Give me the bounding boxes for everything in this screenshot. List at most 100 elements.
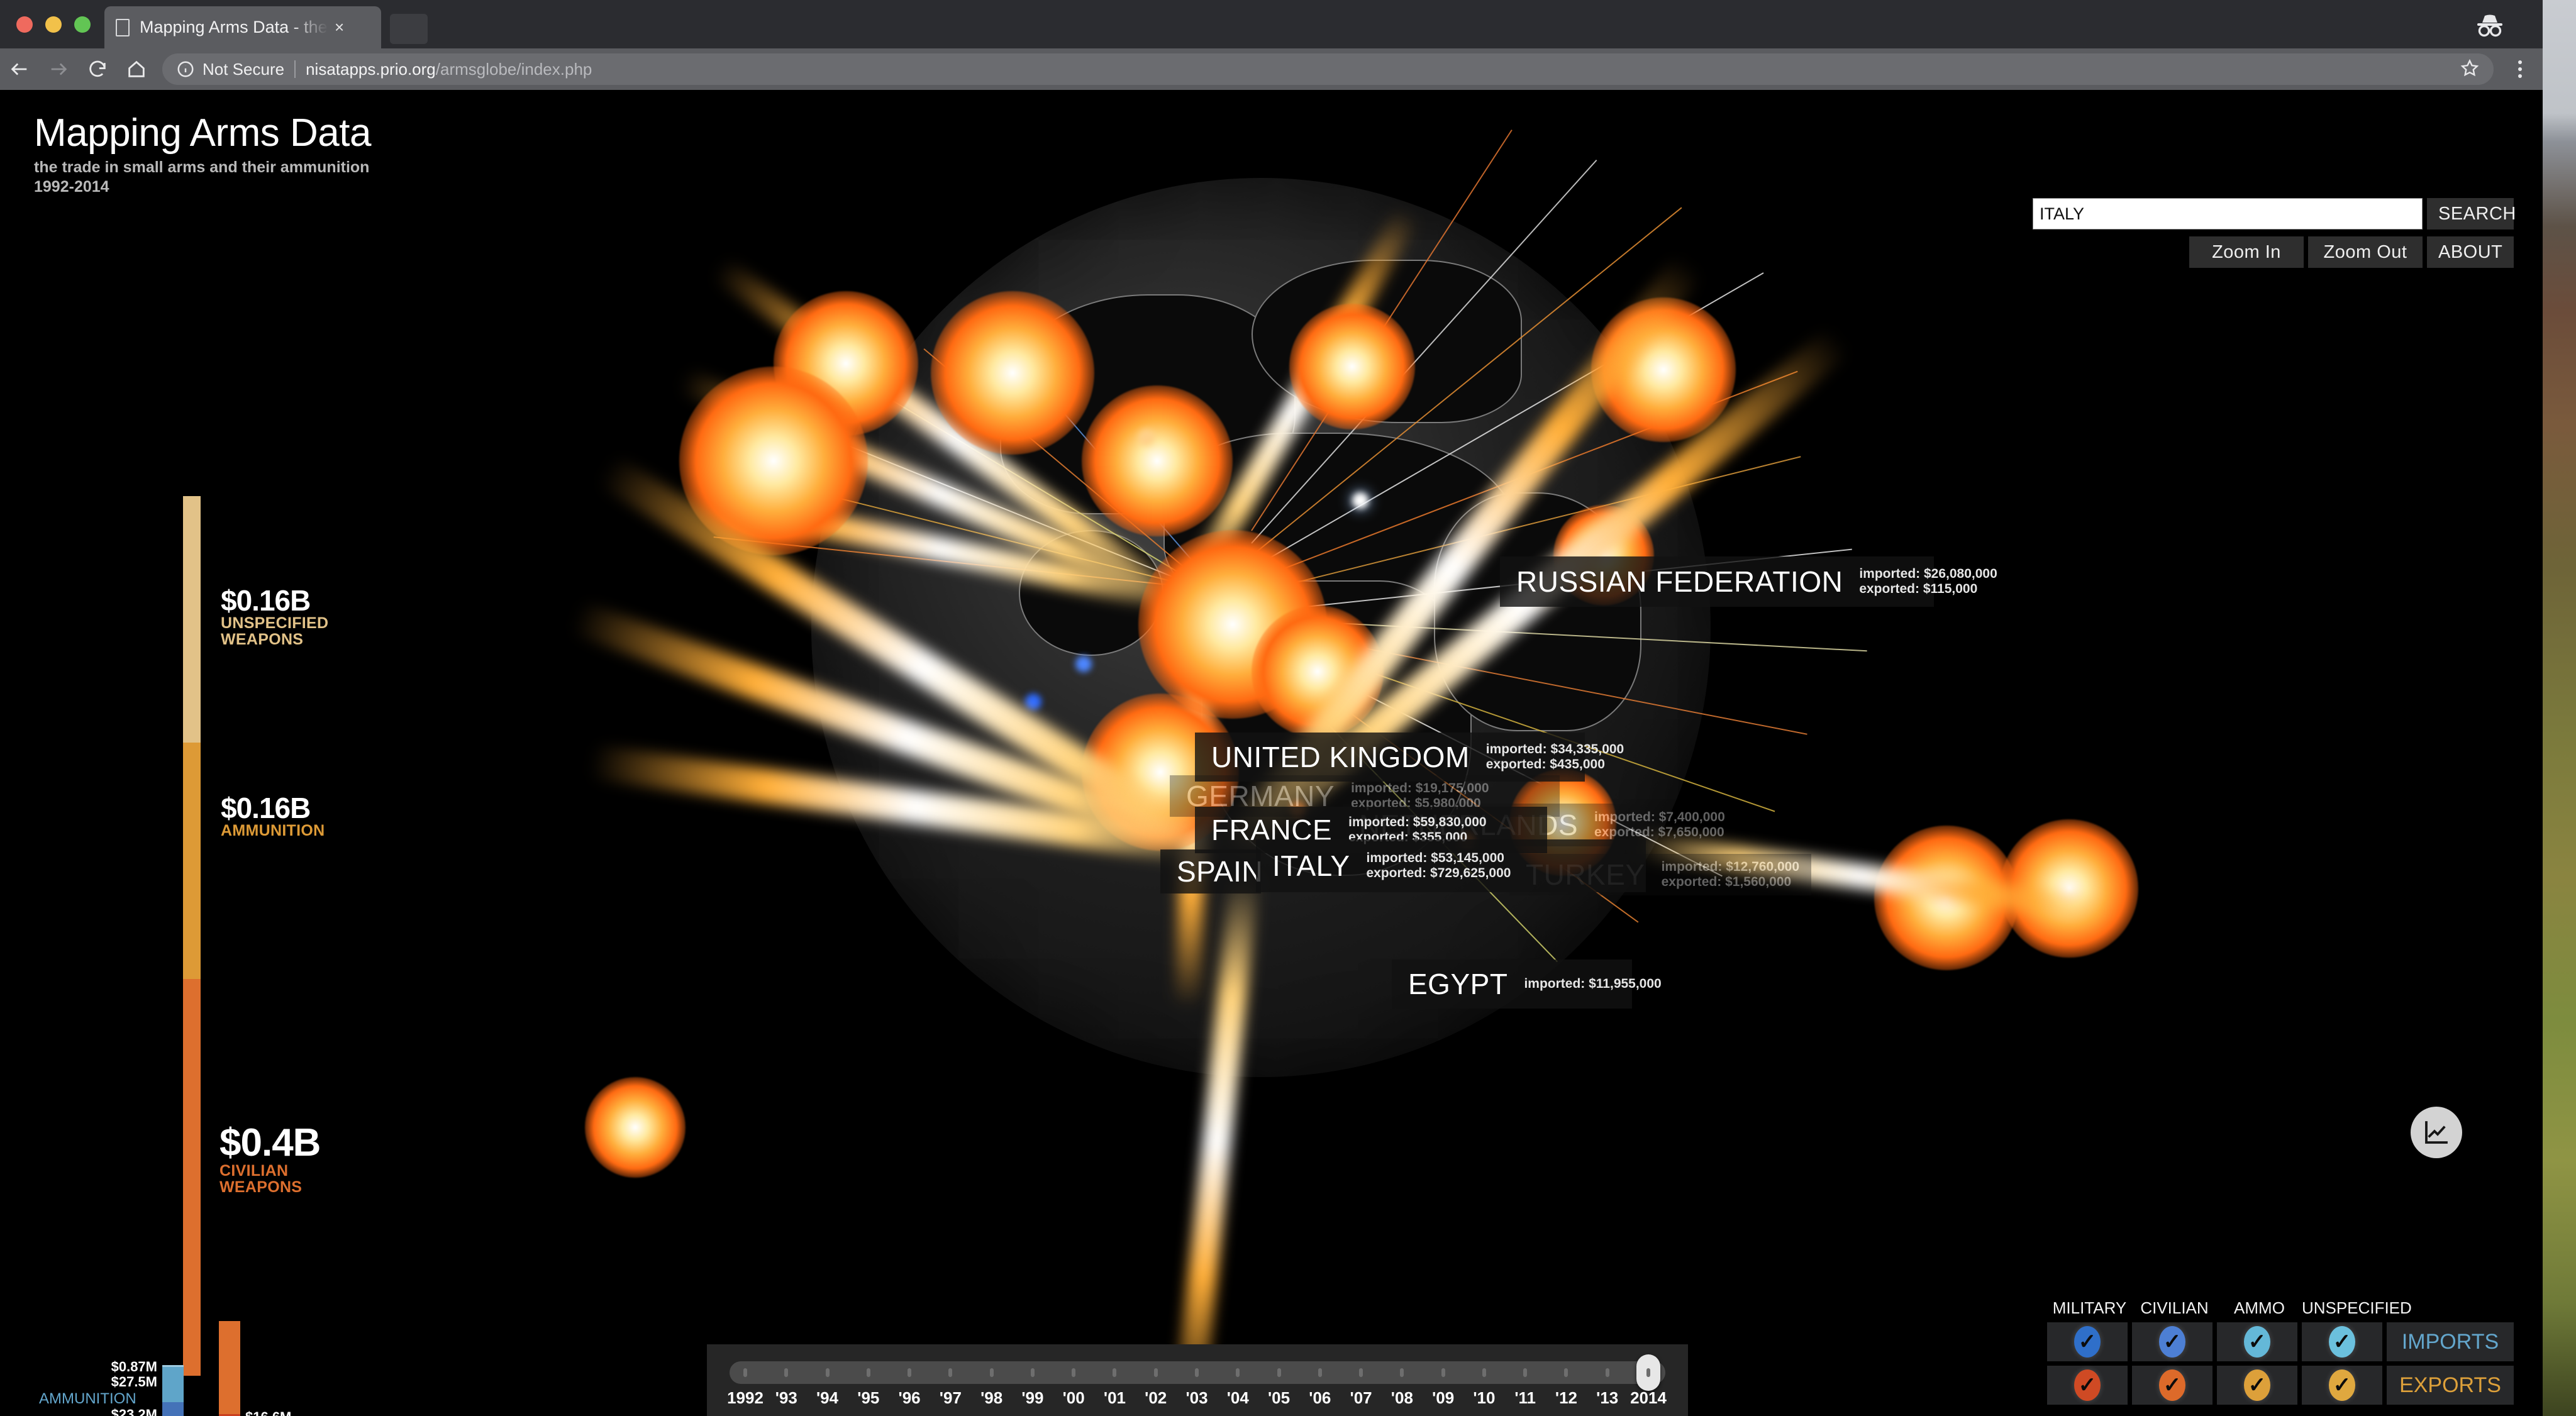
- back-arrow-icon[interactable]: [0, 48, 39, 90]
- timeline-tick[interactable]: [1236, 1368, 1240, 1377]
- filter-checkbox-imports-military[interactable]: ✓: [2047, 1322, 2128, 1361]
- timeline-tick[interactable]: [989, 1368, 994, 1377]
- country-tooltip-spain[interactable]: SPAIN: [1160, 849, 1263, 893]
- check-icon: ✓: [2329, 1326, 2355, 1358]
- timeline-tick[interactable]: [1153, 1368, 1158, 1377]
- timeline-year-label[interactable]: '00: [1063, 1388, 1085, 1408]
- exports-filter-label[interactable]: EXPORTS: [2387, 1366, 2514, 1405]
- zoom-in-button[interactable]: Zoom In: [2189, 236, 2304, 268]
- address-bar[interactable]: Not Secure nisatapps.prio.org /armsglobe…: [162, 53, 2494, 85]
- timeline-tick[interactable]: [784, 1368, 789, 1377]
- bookmark-star-icon[interactable]: [2460, 58, 2480, 81]
- timeline-tick[interactable]: [1277, 1368, 1281, 1377]
- security-status-label[interactable]: Not Secure: [203, 60, 284, 79]
- home-icon[interactable]: [117, 48, 156, 90]
- info-circle-icon[interactable]: [176, 60, 195, 79]
- timeline-tick[interactable]: [825, 1368, 830, 1377]
- filter-checkbox-exports-unspecified[interactable]: ✓: [2302, 1366, 2382, 1405]
- timeline-tick[interactable]: [908, 1368, 912, 1377]
- timeline-tick[interactable]: [1113, 1368, 1117, 1377]
- timeline-year-label[interactable]: 2014: [1630, 1388, 1667, 1408]
- filter-checkbox-exports-ammo[interactable]: ✓: [2217, 1366, 2297, 1405]
- country-tooltip-italy[interactable]: ITALY imported: $53,145,000 exported: $729…: [1256, 839, 1646, 892]
- imports-filter-label[interactable]: IMPORTS: [2387, 1322, 2514, 1361]
- timeline-year-label[interactable]: '06: [1309, 1388, 1331, 1408]
- timeline-year-label[interactable]: '94: [816, 1388, 838, 1408]
- timeline-tick[interactable]: [1030, 1368, 1035, 1377]
- timeline-tick[interactable]: [1564, 1368, 1568, 1377]
- browser-tab[interactable]: Mapping Arms Data - the trade ×: [104, 6, 381, 48]
- timeline-tick[interactable]: [1523, 1368, 1528, 1377]
- filter-checkbox-exports-military[interactable]: ✓: [2047, 1366, 2128, 1405]
- search-button[interactable]: SEARCH: [2427, 198, 2516, 230]
- country-tooltip-united-kingdom[interactable]: UNITED KINGDOM imported: $34,335,000 expor…: [1195, 733, 1624, 782]
- timeline-year-label[interactable]: '01: [1104, 1388, 1126, 1408]
- timeline-track[interactable]: [730, 1354, 1665, 1391]
- timeline-year-label[interactable]: '05: [1268, 1388, 1290, 1408]
- incognito-icon: [2472, 9, 2507, 40]
- country-tooltip-egypt[interactable]: EGYPT imported: $11,955,000: [1392, 960, 1662, 1009]
- filter-checkbox-exports-civilian[interactable]: ✓: [2132, 1366, 2212, 1405]
- timeline-year-label[interactable]: '04: [1227, 1388, 1249, 1408]
- check-icon: ✓: [2244, 1326, 2270, 1358]
- legend-item-unspecified: $0.16B UNSPECIFIED WEAPONS: [221, 586, 365, 648]
- timeline-tick[interactable]: [1482, 1368, 1486, 1377]
- timeline-year-label[interactable]: '10: [1473, 1388, 1495, 1408]
- tab-close-icon[interactable]: ×: [335, 18, 344, 37]
- timeline-year-label[interactable]: '11: [1514, 1388, 1536, 1408]
- country-tooltip-russian-federation[interactable]: RUSSIAN FEDERATION imported: $26,080,000 e…: [1500, 556, 1997, 607]
- timeline-year-label[interactable]: '13: [1596, 1388, 1618, 1408]
- timeline-tick[interactable]: [866, 1368, 870, 1377]
- timeline-year-label[interactable]: '09: [1432, 1388, 1454, 1408]
- country-name: ITALY: [1272, 849, 1350, 882]
- timeline-year-label[interactable]: '99: [1021, 1388, 1043, 1408]
- country-trade-values: imported: $7,400,000 exported: $7,650,000: [1594, 810, 1725, 840]
- window-close-button[interactable]: [16, 16, 33, 33]
- timeline-tick[interactable]: [1646, 1368, 1650, 1377]
- browser-toolbar: Not Secure nisatapps.prio.org /armsglobe…: [0, 48, 2543, 90]
- timeline-tick[interactable]: [743, 1368, 747, 1377]
- timeline-year-label[interactable]: '96: [899, 1388, 921, 1408]
- window-minimize-button[interactable]: [45, 16, 62, 33]
- timeline-tick[interactable]: [1400, 1368, 1404, 1377]
- country-imported: imported: $59,830,000: [1348, 814, 1487, 829]
- year-timeline[interactable]: 1992 '93 '94 '95 '96 '97 '98 '99 '00 '01 '02 '03 '04…: [707, 1344, 1688, 1416]
- timeline-year-label[interactable]: '95: [857, 1388, 879, 1408]
- timeline-tick[interactable]: [1359, 1368, 1363, 1377]
- window-maximize-button[interactable]: [74, 16, 91, 33]
- timeline-year-label[interactable]: 1992: [727, 1388, 763, 1408]
- timeline-tick[interactable]: [1441, 1368, 1445, 1377]
- timeline-tick[interactable]: [1318, 1368, 1322, 1377]
- filter-checkbox-imports-civilian[interactable]: ✓: [2132, 1322, 2212, 1361]
- page-year-range: 1992-2014: [34, 178, 109, 196]
- reload-icon[interactable]: [78, 48, 117, 90]
- timeline-year-label[interactable]: '98: [980, 1388, 1002, 1408]
- legend-amount: $0.4B: [219, 1121, 321, 1164]
- country-exported: exported: $1,560,000: [1661, 875, 1792, 889]
- new-tab-button[interactable]: [390, 14, 428, 44]
- timeline-year-label[interactable]: '03: [1185, 1388, 1208, 1408]
- timeline-tick[interactable]: [1072, 1368, 1076, 1377]
- globe-sphere[interactable]: [677, 130, 1867, 1077]
- timeline-year-label[interactable]: '07: [1350, 1388, 1372, 1408]
- check-icon: ✓: [2159, 1369, 2185, 1401]
- timeline-year-label[interactable]: '08: [1391, 1388, 1413, 1408]
- filter-header-ammo: AMMO: [2234, 1298, 2285, 1317]
- timeline-year-label[interactable]: '93: [775, 1388, 797, 1408]
- country-imported: imported: $53,145,000: [1366, 850, 1504, 865]
- timeline-year-label[interactable]: '12: [1555, 1388, 1577, 1408]
- kebab-menu-icon[interactable]: [2502, 48, 2538, 90]
- timeline-tick[interactable]: [1195, 1368, 1199, 1377]
- timeline-tick[interactable]: [1605, 1368, 1609, 1377]
- country-exported: exported: $435,000: [1485, 757, 1605, 772]
- timeline-year-label[interactable]: '97: [940, 1388, 962, 1408]
- filter-checkbox-imports-ammo[interactable]: ✓: [2217, 1322, 2297, 1361]
- timeline-year-label[interactable]: '02: [1145, 1388, 1167, 1408]
- timeline-tick[interactable]: [948, 1368, 953, 1377]
- search-input[interactable]: [2033, 198, 2423, 230]
- zoom-out-button[interactable]: Zoom Out: [2308, 236, 2423, 268]
- filter-checkbox-imports-unspecified[interactable]: ✓: [2302, 1322, 2382, 1361]
- line-chart-icon[interactable]: [2411, 1107, 2462, 1158]
- about-button[interactable]: ABOUT: [2427, 236, 2514, 268]
- country-imported: imported: $12,760,000: [1661, 859, 1800, 874]
